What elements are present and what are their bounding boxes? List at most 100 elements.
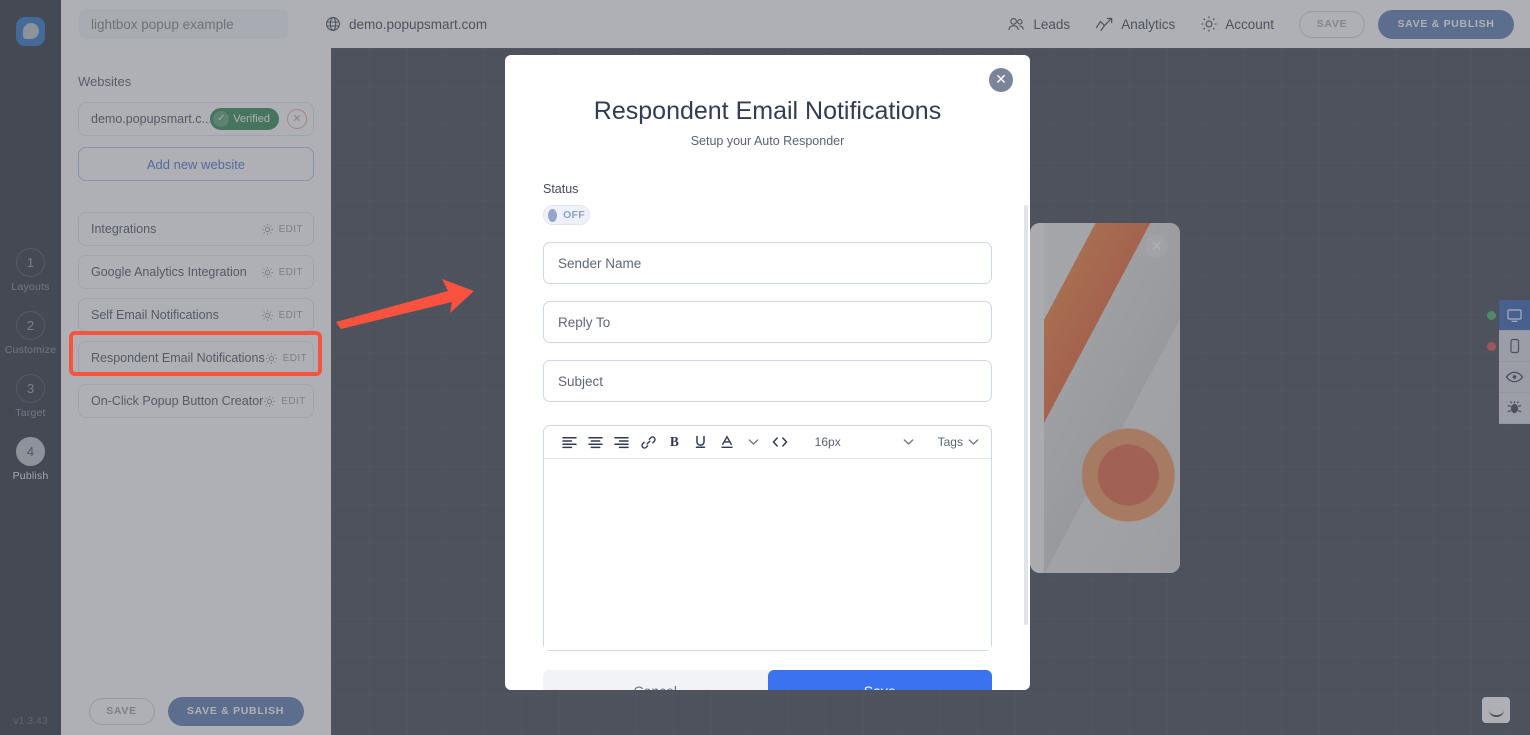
nav-analytics[interactable]: Analytics — [1095, 16, 1175, 33]
panel-footer: SAVE SAVE & PUBLISH — [61, 687, 331, 735]
underline-icon[interactable] — [687, 429, 713, 455]
integration-item-google-analytics[interactable]: Google Analytics Integration EDIT — [78, 255, 314, 289]
editor-toolbar: B 16px Tags — [544, 426, 991, 459]
edit-control[interactable]: EDIT — [265, 352, 307, 365]
edit-control[interactable]: EDIT — [261, 266, 303, 279]
align-center-icon[interactable] — [582, 429, 608, 455]
mobile-view-button[interactable] — [1487, 331, 1530, 362]
modal-scrollbar[interactable] — [1024, 205, 1028, 625]
gear-icon — [261, 223, 274, 236]
desktop-icon — [1506, 308, 1523, 323]
panel-save-button[interactable]: SAVE — [88, 697, 155, 725]
respondent-email-notifications-modal: ✕ Respondent Email Notifications Setup y… — [505, 55, 1030, 690]
step-number: 1 — [16, 248, 45, 277]
edit-label: EDIT — [278, 266, 303, 278]
cancel-button[interactable]: Cancel — [543, 670, 768, 690]
nav-analytics-label: Analytics — [1121, 16, 1176, 32]
desktop-view-button[interactable] — [1487, 300, 1530, 331]
eye-icon — [1505, 370, 1524, 384]
save-button[interactable]: SAVE — [1299, 10, 1365, 38]
integration-item-self-email-notifications[interactable]: Self Email Notifications EDIT — [78, 298, 314, 332]
domain-indicator[interactable]: demo.popupsmart.com — [325, 16, 487, 32]
step-layouts[interactable]: 1 Layouts — [0, 248, 61, 293]
integration-name: Google Analytics Integration — [91, 265, 247, 279]
step-label: Layouts — [11, 281, 50, 293]
edit-control[interactable]: EDIT — [263, 395, 305, 408]
step-target[interactable]: 3 Target — [0, 374, 61, 419]
chevron-down-icon[interactable] — [740, 429, 766, 455]
status-badge: ✓ Verified — [210, 108, 279, 130]
device-tool-rail — [1487, 300, 1530, 424]
check-circle-icon: ✓ — [213, 111, 230, 127]
close-icon[interactable]: ✕ — [989, 68, 1013, 92]
tags-label: Tags — [937, 435, 963, 449]
step-customize[interactable]: 2 Customize — [0, 311, 61, 356]
reply-to-input[interactable] — [543, 301, 992, 343]
code-icon[interactable] — [766, 429, 792, 455]
align-right-icon[interactable] — [609, 429, 635, 455]
nav-leads-label: Leads — [1033, 16, 1071, 32]
gear-icon — [261, 309, 274, 322]
nav-account[interactable]: Account — [1200, 15, 1274, 33]
nav-account-label: Account — [1225, 16, 1274, 32]
step-publish[interactable]: 4 Publish — [0, 437, 61, 482]
campaign-name-input[interactable] — [79, 9, 288, 39]
logo-bubble-shape — [22, 22, 39, 39]
add-new-website-button[interactable]: Add new website — [78, 147, 314, 181]
subject-input[interactable] — [543, 360, 992, 402]
sender-name-input[interactable] — [543, 242, 992, 284]
font-size-value: 16px — [814, 435, 841, 449]
popup-preview-sidebar — [1030, 223, 1044, 573]
popup-preview[interactable]: ✕ — [1030, 223, 1180, 573]
publish-settings-panel: Websites demo.popupsmart.c... ✓ Verified… — [61, 48, 331, 735]
preview-button[interactable] — [1499, 362, 1530, 393]
modal-title: Respondent Email Notifications — [593, 97, 942, 125]
panel-save-and-publish-button[interactable]: SAVE & PUBLISH — [167, 696, 304, 726]
align-left-icon[interactable] — [556, 429, 582, 455]
nav-leads[interactable]: Leads — [1007, 16, 1070, 33]
websites-section-title: Websites — [78, 74, 132, 89]
edit-control[interactable]: EDIT — [261, 223, 303, 236]
bug-icon — [1506, 400, 1523, 416]
tags-select[interactable]: Tags — [938, 435, 979, 449]
integration-item-respondent-email-notifications[interactable]: Respondent Email Notifications EDIT — [78, 341, 314, 375]
link-icon[interactable] — [635, 429, 661, 455]
website-row: demo.popupsmart.c... ✓ Verified ✕ — [78, 102, 314, 136]
integration-item-integrations[interactable]: Integrations EDIT — [78, 212, 314, 246]
integration-name: On-Click Popup Button Creator — [91, 394, 264, 408]
integration-name: Respondent Email Notifications — [91, 351, 265, 365]
edit-label: EDIT — [281, 395, 306, 407]
close-circle-icon[interactable]: ✕ — [287, 109, 307, 129]
modal-subtitle: Setup your Auto Responder — [690, 134, 845, 148]
step-number: 4 — [16, 437, 45, 466]
status-toggle[interactable]: OFF — [543, 205, 590, 225]
edit-label: EDIT — [278, 223, 303, 235]
popup-preview-close-icon[interactable]: ✕ — [1145, 235, 1168, 258]
tags-chevron-down-icon — [968, 438, 979, 446]
smile-shape — [1488, 710, 1504, 717]
debug-button[interactable] — [1499, 393, 1530, 424]
edit-control[interactable]: EDIT — [261, 309, 303, 322]
font-size-chevron-down-icon[interactable] — [895, 429, 921, 455]
modal-save-button[interactable]: Save — [767, 670, 992, 690]
font-size-select[interactable]: 16px — [815, 435, 896, 449]
toggle-knob — [548, 208, 558, 222]
top-bar: demo.popupsmart.com Leads — [61, 0, 1530, 48]
gear-icon — [261, 266, 274, 279]
leads-icon — [1007, 16, 1026, 33]
save-and-publish-button[interactable]: SAVE & PUBLISH — [1378, 9, 1514, 39]
integration-item-on-click-popup-button-creator[interactable]: On-Click Popup Button Creator EDIT — [78, 384, 314, 418]
email-body-editor: B 16px Tags — [543, 425, 992, 651]
domain-label: demo.popupsmart.com — [349, 16, 488, 32]
font-color-icon[interactable] — [714, 429, 740, 455]
chat-smiley-icon[interactable] — [1482, 697, 1510, 723]
step-number: 2 — [16, 311, 45, 340]
email-body-textarea[interactable] — [544, 459, 991, 650]
step-navigation: 1 Layouts 2 Customize 3 Target 4 Publish — [0, 248, 61, 500]
bold-icon[interactable]: B — [661, 429, 687, 455]
desktop-status-dot — [1487, 311, 1496, 320]
edit-label: EDIT — [282, 352, 308, 364]
status-label: Status — [543, 182, 579, 196]
popupsmart-logo-icon[interactable] — [16, 17, 45, 46]
left-rail: 1 Layouts 2 Customize 3 Target 4 Publish… — [0, 0, 61, 735]
